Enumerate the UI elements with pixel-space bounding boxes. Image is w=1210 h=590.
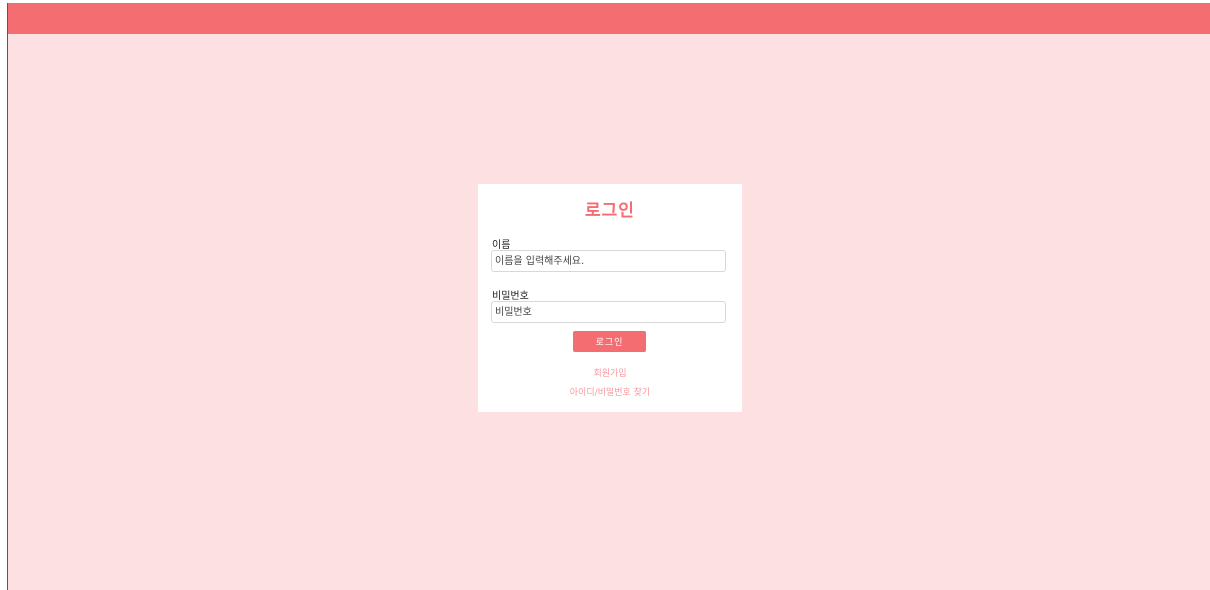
find-account-link[interactable]: 아이디/비밀번호 찾기 — [478, 385, 742, 398]
login-card: 로그인 이름 비밀번호 로그인 회원가입 아이디/비밀번호 찾기 — [478, 184, 742, 412]
password-input[interactable] — [491, 301, 726, 323]
password-label: 비밀번호 — [492, 291, 529, 302]
name-input[interactable] — [491, 250, 726, 272]
login-button[interactable]: 로그인 — [573, 331, 646, 352]
page-frame: 로그인 이름 비밀번호 로그인 회원가입 아이디/비밀번호 찾기 — [7, 3, 1210, 590]
top-bar — [8, 3, 1210, 34]
name-label: 이름 — [492, 240, 511, 251]
login-title: 로그인 — [585, 201, 635, 221]
signup-link[interactable]: 회원가입 — [478, 366, 742, 379]
